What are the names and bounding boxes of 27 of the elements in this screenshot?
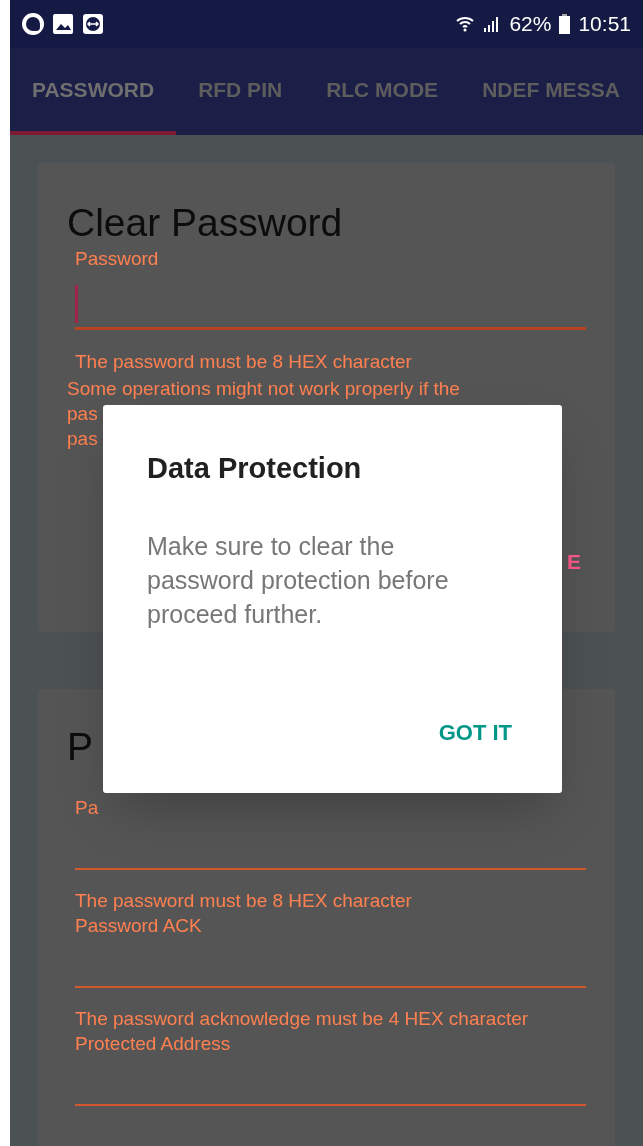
clear-button[interactable]: E xyxy=(567,546,581,578)
field-label: Pa xyxy=(75,796,99,820)
clock: 10:51 xyxy=(578,11,631,38)
dialog-message: Make sure to clear the password protection before proceed further. xyxy=(147,530,450,630)
battery-icon xyxy=(559,14,571,34)
field-label: Protected Address xyxy=(75,1032,231,1056)
warning-text: Some operations might not work properly if the xyxy=(67,377,461,401)
app-icon xyxy=(22,13,44,35)
warning-text: pas xyxy=(67,427,99,451)
warning-text: pas xyxy=(67,402,99,426)
got-it-button[interactable]: GOT IT xyxy=(432,712,518,753)
image-icon xyxy=(52,13,74,35)
battery-percent: 62% xyxy=(509,11,552,38)
dialog-title: Data Protection xyxy=(147,451,363,486)
tab[interactable]: RLC MODE xyxy=(304,48,461,135)
tab[interactable]: RFD PIN xyxy=(176,48,305,135)
field-label: Password xyxy=(75,247,160,271)
helper-text: The password must be 8 HEX character xyxy=(75,349,413,374)
field-label: Password ACK xyxy=(75,914,202,938)
tab[interactable]: NDEF MESSA xyxy=(460,48,642,135)
card-title: P xyxy=(67,725,93,769)
remote-icon xyxy=(82,13,104,35)
helper-text: The password must be 8 HEX character xyxy=(75,889,412,913)
helper-text: The password acknowledge must be 4 HEX character xyxy=(75,1007,529,1031)
card-title: Clear Password xyxy=(67,201,344,245)
text-cursor xyxy=(75,285,78,323)
wifi-icon xyxy=(455,14,476,34)
